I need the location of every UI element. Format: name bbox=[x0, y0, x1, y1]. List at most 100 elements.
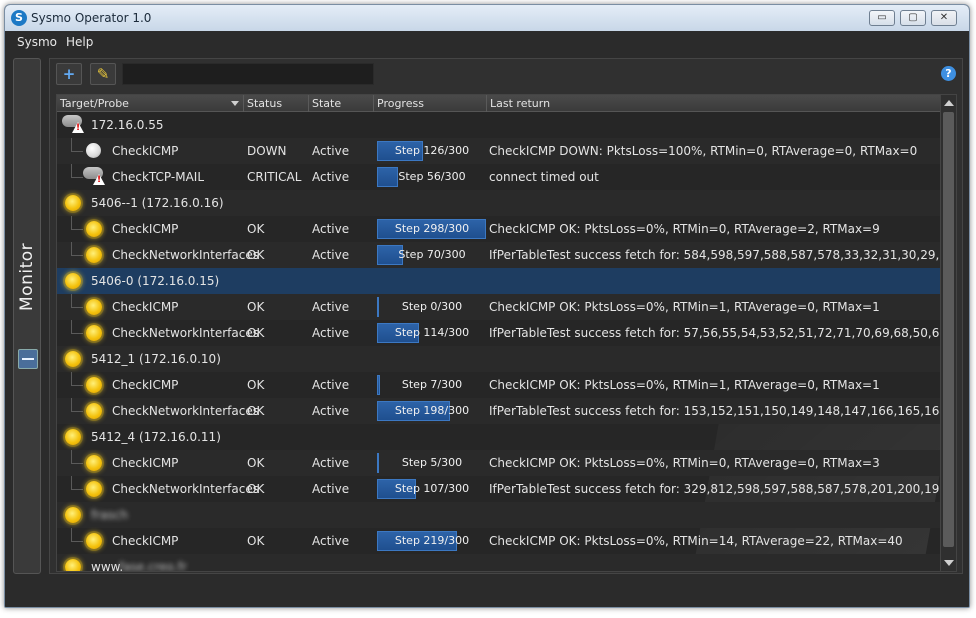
tree-branch-line bbox=[71, 463, 83, 464]
probe-name: CheckICMP bbox=[112, 534, 179, 548]
probe-row[interactable]: CheckICMP OK Active Step 0/300 CheckICMP OK:… bbox=[57, 294, 941, 320]
monitor-side-tab[interactable]: Monitor bbox=[13, 58, 41, 574]
tree-branch-line bbox=[71, 255, 83, 256]
progress-bar: Step 198/300 bbox=[377, 401, 487, 421]
probe-row[interactable]: CheckICMP OK Active Step 5/300 CheckICMP OK:… bbox=[57, 450, 941, 476]
col-header-status[interactable]: Status bbox=[247, 97, 282, 110]
last-return-cell: IfPerTableTest success fetch for: 153,15… bbox=[489, 404, 941, 418]
tree-branch-line bbox=[71, 411, 83, 412]
scroll-thumb[interactable] bbox=[943, 112, 954, 547]
status-cell: OK bbox=[247, 300, 265, 314]
sun-icon bbox=[86, 221, 102, 237]
toolbar-filter-field[interactable] bbox=[122, 63, 374, 85]
tree-branch-line bbox=[71, 151, 83, 152]
last-return-cell: CheckICMP OK: PktsLoss=0%, RTMin=14, RTA… bbox=[489, 534, 903, 548]
tree-branch-line bbox=[71, 528, 72, 542]
sun-icon bbox=[86, 299, 102, 315]
target-name: 5406--1 (172.16.0.16) bbox=[91, 196, 224, 210]
status-cell: OK bbox=[247, 456, 265, 470]
probe-row[interactable]: CheckNetworkInterfaces OK Active Step 114/3… bbox=[57, 320, 941, 346]
progress-bar: Step 0/300 bbox=[377, 297, 487, 317]
close-button[interactable]: ✕ bbox=[931, 10, 957, 26]
target-row[interactable]: 5412_1 (172.16.0.10) bbox=[57, 346, 941, 372]
menu-bar: Sysmo Help bbox=[5, 31, 969, 53]
sun-icon bbox=[65, 507, 81, 523]
tree-branch-line bbox=[71, 294, 72, 308]
progress-label: Step 107/300 bbox=[394, 482, 470, 495]
target-row[interactable]: 5412_4 (172.16.0.11) bbox=[57, 424, 941, 450]
probe-name: CheckNetworkInterfaces bbox=[112, 404, 259, 418]
status-cell: OK bbox=[247, 248, 265, 262]
sysmo-app-icon: S bbox=[11, 10, 27, 26]
maximize-button[interactable]: ▢ bbox=[900, 10, 926, 26]
tree-branch-line bbox=[71, 450, 72, 464]
sort-down-icon[interactable] bbox=[231, 101, 239, 106]
sun-icon bbox=[86, 325, 102, 341]
probe-name: CheckICMP bbox=[112, 456, 179, 470]
menu-sysmo[interactable]: Sysmo bbox=[17, 35, 57, 49]
status-cell: OK bbox=[247, 378, 265, 392]
column-divider bbox=[308, 95, 309, 112]
window-title: Sysmo Operator 1.0 bbox=[31, 11, 152, 25]
state-cell: Active bbox=[312, 456, 350, 470]
monitor-icon bbox=[18, 349, 38, 369]
tree-branch-line bbox=[71, 164, 72, 178]
probe-name: CheckICMP bbox=[112, 300, 179, 314]
scroll-down-icon[interactable] bbox=[944, 560, 954, 566]
target-row[interactable]: www. fase.creo.fr bbox=[57, 554, 941, 572]
target-row[interactable]: 5406-0 (172.16.0.15) bbox=[57, 268, 941, 294]
col-header-target[interactable]: Target/Probe bbox=[60, 97, 129, 110]
help-icon[interactable]: ? bbox=[941, 66, 956, 81]
progress-bar: Step 5/300 bbox=[377, 453, 487, 473]
probe-row[interactable]: CheckICMP OK Active Step 298/300 CheckICMP O… bbox=[57, 216, 941, 242]
target-row[interactable]: frasch bbox=[57, 502, 941, 528]
status-cell: OK bbox=[247, 404, 265, 418]
table-body: ! 172.16.0.55 CheckICMP DOWN Active Step 126/… bbox=[57, 112, 941, 572]
app-window: S Sysmo Operator 1.0 ▭ ▢ ✕ Sysmo Help Mo… bbox=[4, 4, 970, 608]
tree-branch-line bbox=[71, 476, 72, 490]
last-return-cell: CheckICMP OK: PktsLoss=0%, RTMin=0, RTAv… bbox=[489, 222, 880, 236]
target-name-redacted: fase.creo.fr bbox=[119, 560, 187, 572]
clear-button[interactable]: ✎ bbox=[90, 63, 116, 85]
scroll-up-icon[interactable] bbox=[944, 100, 954, 106]
progress-label: Step 70/300 bbox=[398, 248, 466, 261]
col-header-state[interactable]: State bbox=[312, 97, 341, 110]
sun-icon bbox=[86, 481, 102, 497]
target-name: 5406-0 (172.16.0.15) bbox=[91, 274, 220, 288]
add-target-button[interactable]: + bbox=[56, 63, 82, 85]
probe-row[interactable]: CheckICMP OK Active Step 7/300 CheckICMP OK:… bbox=[57, 372, 941, 398]
tree-branch-line bbox=[71, 307, 83, 308]
probe-name: CheckNetworkInterfaces bbox=[112, 248, 259, 262]
col-header-progress[interactable]: Progress bbox=[377, 97, 424, 110]
probe-row[interactable]: CheckNetworkInterfaces OK Active Step 198/3… bbox=[57, 398, 941, 424]
target-row[interactable]: ! 172.16.0.55 bbox=[57, 112, 941, 138]
state-cell: Active bbox=[312, 300, 350, 314]
probe-row[interactable]: CheckNetworkInterfaces OK Active Step 107/3… bbox=[57, 476, 941, 502]
progress-label: Step 219/300 bbox=[394, 534, 470, 547]
vertical-scrollbar[interactable] bbox=[940, 95, 956, 571]
probe-row[interactable]: ! CheckTCP-MAIL CRITICAL Active Step 56/300 c… bbox=[57, 164, 941, 190]
target-row[interactable]: 5406--1 (172.16.0.16) bbox=[57, 190, 941, 216]
tree-branch-line bbox=[71, 229, 83, 230]
probe-row[interactable]: CheckNetworkInterfaces OK Active Step 70/30… bbox=[57, 242, 941, 268]
probe-row[interactable]: CheckICMP OK Active Step 219/300 CheckICMP O… bbox=[57, 528, 941, 554]
tree-branch-line bbox=[71, 138, 72, 152]
title-bar[interactable]: S Sysmo Operator 1.0 ▭ ▢ ✕ bbox=[5, 5, 969, 31]
progress-label: Step 5/300 bbox=[401, 456, 463, 469]
progress-label: Step 0/300 bbox=[401, 300, 463, 313]
warning-mark: ! bbox=[76, 123, 81, 133]
last-return-cell: connect timed out bbox=[489, 170, 599, 184]
probe-table[interactable]: Target/Probe Status State Progress Last … bbox=[56, 94, 957, 572]
col-header-last-return[interactable]: Last return bbox=[490, 97, 550, 110]
state-cell: Active bbox=[312, 326, 350, 340]
probe-row[interactable]: CheckICMP DOWN Active Step 126/300 CheckICMP… bbox=[57, 138, 941, 164]
tree-branch-line bbox=[71, 177, 83, 178]
minimize-button[interactable]: ▭ bbox=[869, 10, 895, 26]
probe-name: CheckICMP bbox=[112, 222, 179, 236]
moon-icon bbox=[86, 143, 101, 158]
menu-help[interactable]: Help bbox=[66, 35, 93, 49]
progress-bar: Step 114/300 bbox=[377, 323, 487, 343]
state-cell: Active bbox=[312, 378, 350, 392]
last-return-cell: IfPerTableTest success fetch for: 584,59… bbox=[489, 248, 941, 262]
progress-bar: Step 56/300 bbox=[377, 167, 487, 187]
